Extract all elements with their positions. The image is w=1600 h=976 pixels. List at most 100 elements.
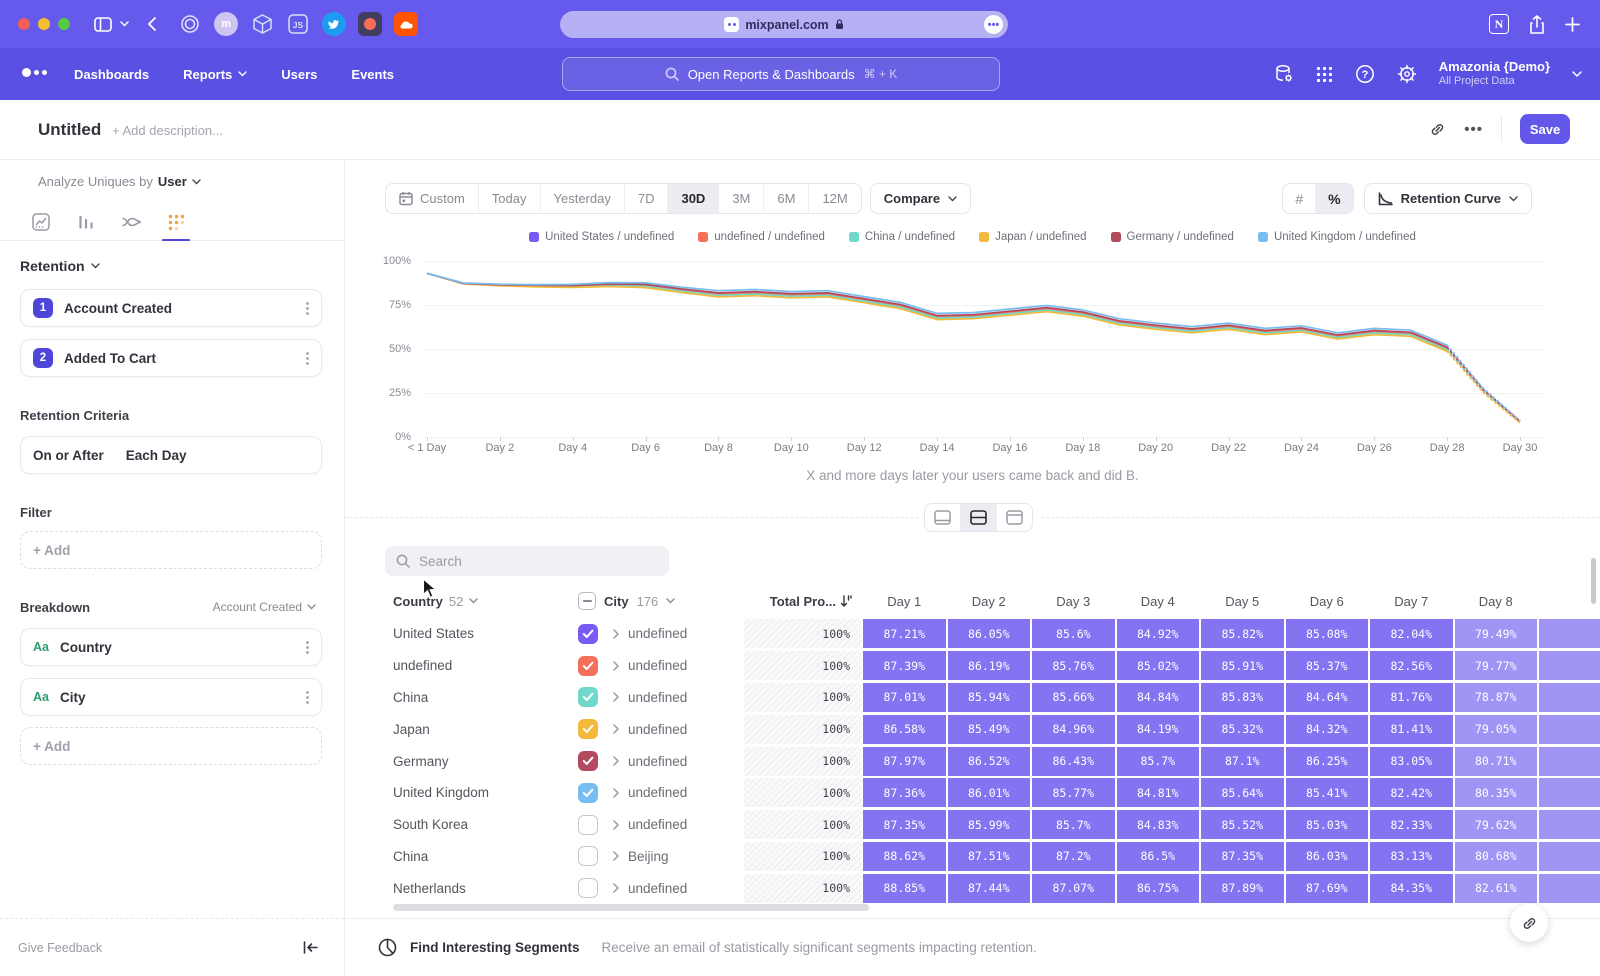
row-checkbox[interactable] bbox=[578, 624, 598, 644]
retention-cell[interactable]: 86.25% bbox=[1286, 747, 1369, 776]
legend-item[interactable]: Germany / undefined bbox=[1111, 231, 1234, 243]
column-day-2[interactable]: Day 2 bbox=[947, 594, 1032, 609]
maximize-window-button[interactable] bbox=[58, 18, 70, 30]
url-more-button[interactable]: ••• bbox=[984, 15, 1003, 34]
row-checkbox[interactable] bbox=[578, 846, 598, 866]
legend-item[interactable]: undefined / undefined bbox=[698, 231, 825, 243]
add-description[interactable]: + Add description... bbox=[112, 123, 223, 138]
column-day-6[interactable]: Day 6 bbox=[1285, 594, 1370, 609]
give-feedback-link[interactable]: Give Feedback bbox=[18, 941, 102, 955]
collapse-sidebar-icon[interactable] bbox=[303, 941, 318, 954]
share-link-fab[interactable] bbox=[1510, 904, 1548, 942]
settings-gear-icon[interactable] bbox=[1397, 64, 1417, 84]
retention-cell[interactable]: 87.36% bbox=[863, 778, 946, 807]
breakdown-event-selector[interactable]: Account Created bbox=[213, 600, 316, 614]
step-card-added-to-cart[interactable]: 2 Added To Cart bbox=[20, 339, 322, 377]
retention-cell[interactable]: 82.04% bbox=[1370, 619, 1453, 648]
legend-item[interactable]: United Kingdom / undefined bbox=[1258, 231, 1416, 243]
project-switcher[interactable]: Amazonia {Demo} All Project Data bbox=[1439, 59, 1550, 89]
column-day-3[interactable]: Day 3 bbox=[1031, 594, 1116, 609]
tab-insights[interactable] bbox=[30, 210, 52, 234]
kebab-menu-icon[interactable] bbox=[306, 302, 309, 315]
retention-cell[interactable]: 85.82% bbox=[1201, 619, 1284, 648]
row-checkbox[interactable] bbox=[578, 815, 598, 835]
sidebar-toggle-icon[interactable] bbox=[94, 17, 112, 32]
retention-cell[interactable]: 80.71% bbox=[1455, 747, 1538, 776]
retention-cell[interactable]: 86.19% bbox=[948, 651, 1031, 680]
table-search-input[interactable]: Search bbox=[385, 546, 669, 576]
back-icon[interactable] bbox=[147, 17, 156, 31]
retention-cell[interactable]: 82.56% bbox=[1370, 651, 1453, 680]
retention-cell[interactable]: 85.02% bbox=[1117, 651, 1200, 680]
retention-cell[interactable]: 85.08% bbox=[1286, 619, 1369, 648]
segments-title[interactable]: Find Interesting Segments bbox=[410, 940, 580, 955]
record-extension-icon[interactable] bbox=[358, 12, 382, 36]
retention-cell[interactable]: 85.52% bbox=[1201, 810, 1284, 839]
retention-cell[interactable]: 84.81% bbox=[1117, 778, 1200, 807]
range-12m[interactable]: 12M bbox=[808, 184, 860, 213]
retention-cell[interactable]: 85.99% bbox=[948, 810, 1031, 839]
chevron-down-icon[interactable] bbox=[120, 21, 129, 27]
retention-cell[interactable]: 87.2% bbox=[1032, 842, 1115, 871]
retention-cell[interactable]: 85.7% bbox=[1032, 810, 1115, 839]
target-extension-icon[interactable] bbox=[178, 12, 202, 36]
retention-cell[interactable]: 87.44% bbox=[948, 874, 1031, 903]
row-checkbox[interactable] bbox=[578, 719, 598, 739]
range-30d[interactable]: 30D bbox=[667, 184, 718, 213]
retention-cell[interactable]: 83.05% bbox=[1370, 747, 1453, 776]
retention-cell[interactable]: 84.19% bbox=[1117, 715, 1200, 744]
column-day-8[interactable]: Day 8 bbox=[1454, 594, 1539, 609]
retention-cell[interactable]: 87.39% bbox=[863, 651, 946, 680]
retention-cell[interactable]: 87.97% bbox=[863, 747, 946, 776]
retention-cell[interactable]: 87.35% bbox=[863, 810, 946, 839]
retention-cell[interactable]: 86.5% bbox=[1117, 842, 1200, 871]
nav-item-dashboards[interactable]: Dashboards bbox=[74, 67, 149, 82]
horizontal-scrollbar[interactable] bbox=[393, 904, 869, 911]
retention-cell[interactable]: 85.66% bbox=[1032, 683, 1115, 712]
breakdown-card-country[interactable]: Aa Country bbox=[20, 628, 322, 666]
report-title[interactable]: Untitled bbox=[38, 120, 101, 140]
tab-retention[interactable] bbox=[165, 210, 187, 234]
retention-chart[interactable]: 100%75%50%25%0% bbox=[345, 261, 1600, 437]
retention-cell[interactable]: 86.58% bbox=[863, 715, 946, 744]
layout-chart-focus-button[interactable] bbox=[925, 504, 960, 531]
row-checkbox[interactable] bbox=[578, 878, 598, 898]
retention-cell[interactable]: 87.51% bbox=[948, 842, 1031, 871]
new-tab-icon[interactable] bbox=[1565, 17, 1580, 32]
column-country[interactable]: Country 52 bbox=[393, 594, 578, 609]
retention-cell[interactable]: 82.33% bbox=[1370, 810, 1453, 839]
column-day-4[interactable]: Day 4 bbox=[1116, 594, 1201, 609]
nav-item-events[interactable]: Events bbox=[351, 67, 394, 82]
retention-cell[interactable]: 85.77% bbox=[1032, 778, 1115, 807]
bird-extension-icon[interactable] bbox=[322, 12, 346, 36]
tab-funnels[interactable] bbox=[75, 210, 97, 234]
retention-cell[interactable]: 84.32% bbox=[1286, 715, 1369, 744]
retention-cell[interactable]: 84.92% bbox=[1117, 619, 1200, 648]
range-3m[interactable]: 3M bbox=[718, 184, 763, 213]
help-icon[interactable]: ? bbox=[1355, 64, 1375, 84]
retention-cell[interactable]: 79.05% bbox=[1455, 715, 1538, 744]
retention-cell[interactable]: 85.7% bbox=[1117, 747, 1200, 776]
retention-cell[interactable]: 88.62% bbox=[863, 842, 946, 871]
criteria-mode[interactable]: On or After bbox=[33, 448, 104, 463]
legend-item[interactable]: United States / undefined bbox=[529, 231, 674, 243]
js-extension-icon[interactable]: JS bbox=[286, 12, 310, 36]
range-6m[interactable]: 6M bbox=[763, 184, 808, 213]
row-checkbox[interactable] bbox=[578, 656, 598, 676]
kebab-menu-icon[interactable] bbox=[306, 691, 309, 704]
add-breakdown-button[interactable]: + Add bbox=[20, 727, 322, 765]
retention-cell[interactable] bbox=[1539, 810, 1600, 839]
retention-cell[interactable]: 83.13% bbox=[1370, 842, 1453, 871]
retention-cell[interactable] bbox=[1539, 619, 1600, 648]
retention-cell[interactable]: 85.37% bbox=[1286, 651, 1369, 680]
global-search-button[interactable]: Open Reports & Dashboards ⌘ + K bbox=[562, 57, 1000, 91]
retention-cell[interactable]: 84.83% bbox=[1117, 810, 1200, 839]
range-7d[interactable]: 7D bbox=[624, 184, 668, 213]
retention-cell[interactable]: 84.64% bbox=[1286, 683, 1369, 712]
retention-cell[interactable] bbox=[1539, 651, 1600, 680]
retention-cell[interactable]: 80.35% bbox=[1455, 778, 1538, 807]
cloud-extension-icon[interactable] bbox=[394, 12, 418, 36]
retention-cell[interactable]: 78.87% bbox=[1455, 683, 1538, 712]
layout-table-focus-button[interactable] bbox=[996, 504, 1032, 531]
range-custom[interactable]: Custom bbox=[386, 184, 478, 213]
